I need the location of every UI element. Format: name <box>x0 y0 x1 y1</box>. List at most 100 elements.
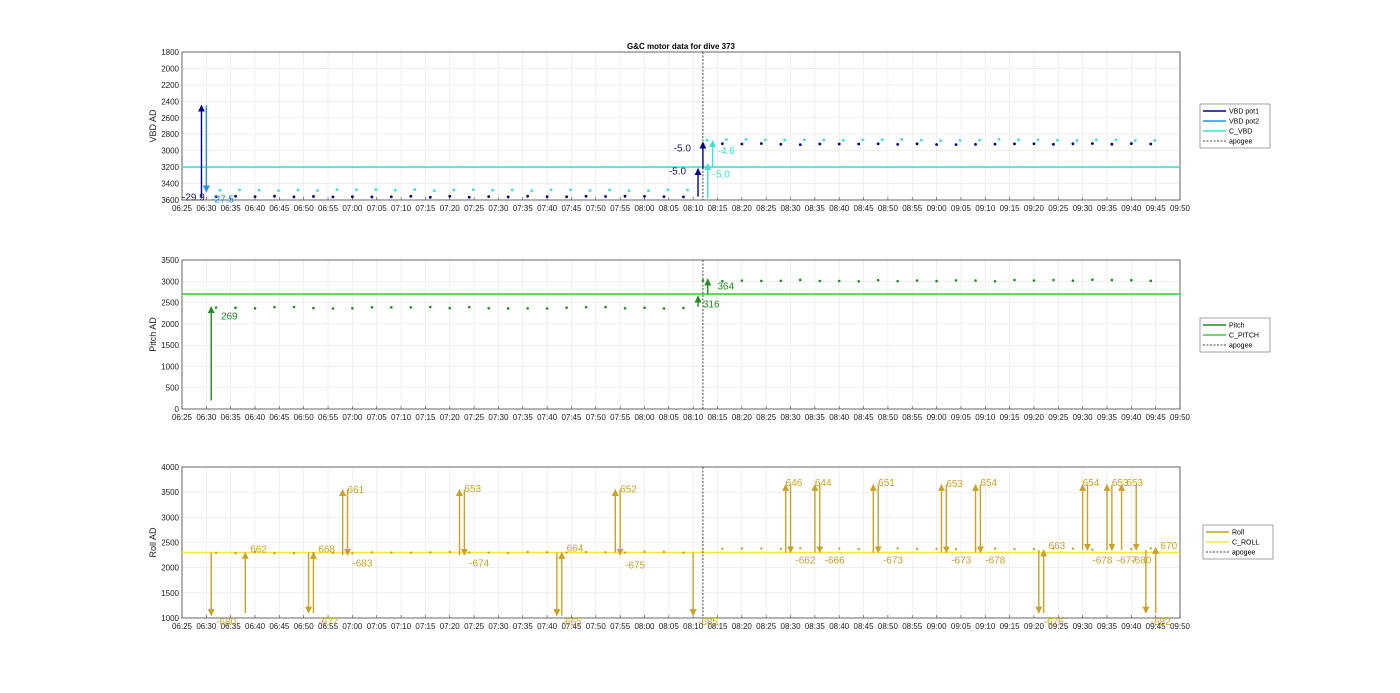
vbd-pot2-sample <box>393 188 397 192</box>
x-tick-label: 07:30 <box>488 622 509 631</box>
vbd-pot1-sample <box>1090 142 1094 145</box>
vbd-pot1-sample <box>234 194 237 198</box>
vbd-pot2-sample <box>1094 138 1098 142</box>
pitch-sample <box>312 306 315 310</box>
vbd-pot2-sample <box>647 189 650 193</box>
y-tick-label: 2500 <box>161 299 179 308</box>
y-tick-label: 2200 <box>161 81 179 90</box>
roll-sample <box>273 551 276 555</box>
legend-entry: C_ROLL <box>1232 540 1259 547</box>
x-tick-label: 08:10 <box>683 204 704 213</box>
vbd-pot1-sample <box>370 195 374 199</box>
vbd-pot1-sample <box>331 195 335 199</box>
roll-sample <box>623 551 627 554</box>
vbd-pot2-sample <box>569 188 572 192</box>
vbd-pot1-sample <box>1071 142 1075 146</box>
legend-entry: Pitch <box>1229 323 1245 330</box>
x-tick-label: 08:30 <box>781 204 802 213</box>
x-tick-label: 09:40 <box>1121 413 1142 422</box>
vbd-pot2-sample <box>296 188 300 192</box>
x-tick-label: 07:05 <box>367 204 388 213</box>
pitch-sample <box>565 306 568 309</box>
pitch-sample <box>545 307 549 310</box>
x-tick-label: 06:45 <box>269 204 290 213</box>
x-tick-label: 06:50 <box>294 204 315 213</box>
vbd-pot1-sample <box>915 142 919 146</box>
move-label: -675 <box>625 561 645 572</box>
legend-entry: Roll <box>1232 530 1245 537</box>
move-label: 670 <box>1161 541 1178 552</box>
vbd-pot2-sample <box>549 188 553 192</box>
y-tick-label: 0 <box>175 405 180 414</box>
vbd-pot1-sample <box>759 142 763 145</box>
x-tick-label: 06:30 <box>196 622 217 631</box>
move-label: 668 <box>318 545 335 556</box>
roll-sample <box>701 547 705 551</box>
y-axis-label: Roll AD <box>148 527 158 558</box>
vbd-pot1-sample <box>993 142 997 146</box>
pitch-sample <box>915 279 919 282</box>
pitch-sample <box>331 307 335 310</box>
vbd-pot2-sample <box>1017 138 1020 142</box>
vbd-pot2-sample <box>354 188 358 192</box>
pitch-sample <box>760 279 763 283</box>
y-tick-label: 1000 <box>161 614 179 623</box>
x-tick-label: 06:25 <box>172 413 193 422</box>
x-tick-label: 08:30 <box>781 413 802 422</box>
x-tick-label: 08:35 <box>805 204 826 213</box>
vbd-pot2-sample <box>978 138 981 142</box>
x-tick-label: 06:25 <box>172 622 193 631</box>
panels: 06:25 06:30 06:35 06:40 06:45 06:50 06:55 07:00… <box>148 48 1274 631</box>
vbd-pot2-sample <box>316 189 319 192</box>
pitch-sample <box>526 307 529 310</box>
legend-entry: apogee <box>1229 139 1252 146</box>
vbd-pot1-sample <box>292 195 296 199</box>
move-label: 269 <box>221 311 238 322</box>
roll-sample <box>526 550 529 554</box>
x-tick-label: 07:35 <box>513 204 534 213</box>
pitch-sample <box>428 305 432 309</box>
vbd-pot2-sample <box>1114 138 1118 142</box>
move-label: 364 <box>718 282 735 293</box>
vbd-pot1-sample <box>273 194 276 198</box>
roll-sample <box>915 547 919 551</box>
vbd-pot2-sample <box>880 138 884 142</box>
roll-sample <box>740 547 744 550</box>
x-tick-label: 08:55 <box>902 204 923 213</box>
pitch-sample <box>974 279 977 282</box>
pitch-sample <box>506 307 510 310</box>
x-tick-label: 07:50 <box>586 204 607 213</box>
pitch-sample <box>214 306 218 309</box>
move-label: -680 <box>1131 556 1151 567</box>
vbd-pot1-sample <box>545 195 549 199</box>
roll-sample <box>1032 547 1036 551</box>
pitch-sample <box>351 306 354 310</box>
vbd-pot1-sample <box>350 195 354 199</box>
vbd-pot2-sample <box>958 139 962 142</box>
x-tick-label: 09:10 <box>975 622 996 631</box>
vbd-pot2-sample <box>452 188 456 192</box>
x-tick-label: 07:00 <box>342 204 363 213</box>
vbd-pot1-sample <box>740 142 744 146</box>
x-tick-label: 09:00 <box>927 622 948 631</box>
x-tick-label: 08:00 <box>634 204 655 213</box>
panel-vbd: 06:25 06:30 06:35 06:40 06:45 06:50 06:55 07:00… <box>148 48 1271 213</box>
x-tick-label: 07:20 <box>440 204 461 213</box>
vbd-pot1-sample <box>1013 142 1016 146</box>
x-tick-label: 09:35 <box>1097 413 1118 422</box>
roll-sample <box>409 551 413 554</box>
x-tick-label: 09:30 <box>1073 413 1094 422</box>
x-tick-label: 08:30 <box>781 622 802 631</box>
move-label: 651 <box>878 478 895 489</box>
vbd-pot2-sample <box>666 188 670 192</box>
vbd-pot2-sample <box>686 188 689 192</box>
x-tick-label: 08:05 <box>659 622 680 631</box>
x-tick-label: 08:50 <box>878 622 899 631</box>
vbd-pot2-sample <box>218 188 222 192</box>
x-tick-label: 08:40 <box>829 622 850 631</box>
roll-sample <box>954 548 958 551</box>
x-tick-label: 08:55 <box>902 622 923 631</box>
y-tick-label: 3400 <box>161 180 179 189</box>
x-tick-label: 08:15 <box>707 413 728 422</box>
x-tick-label: 07:40 <box>537 622 558 631</box>
